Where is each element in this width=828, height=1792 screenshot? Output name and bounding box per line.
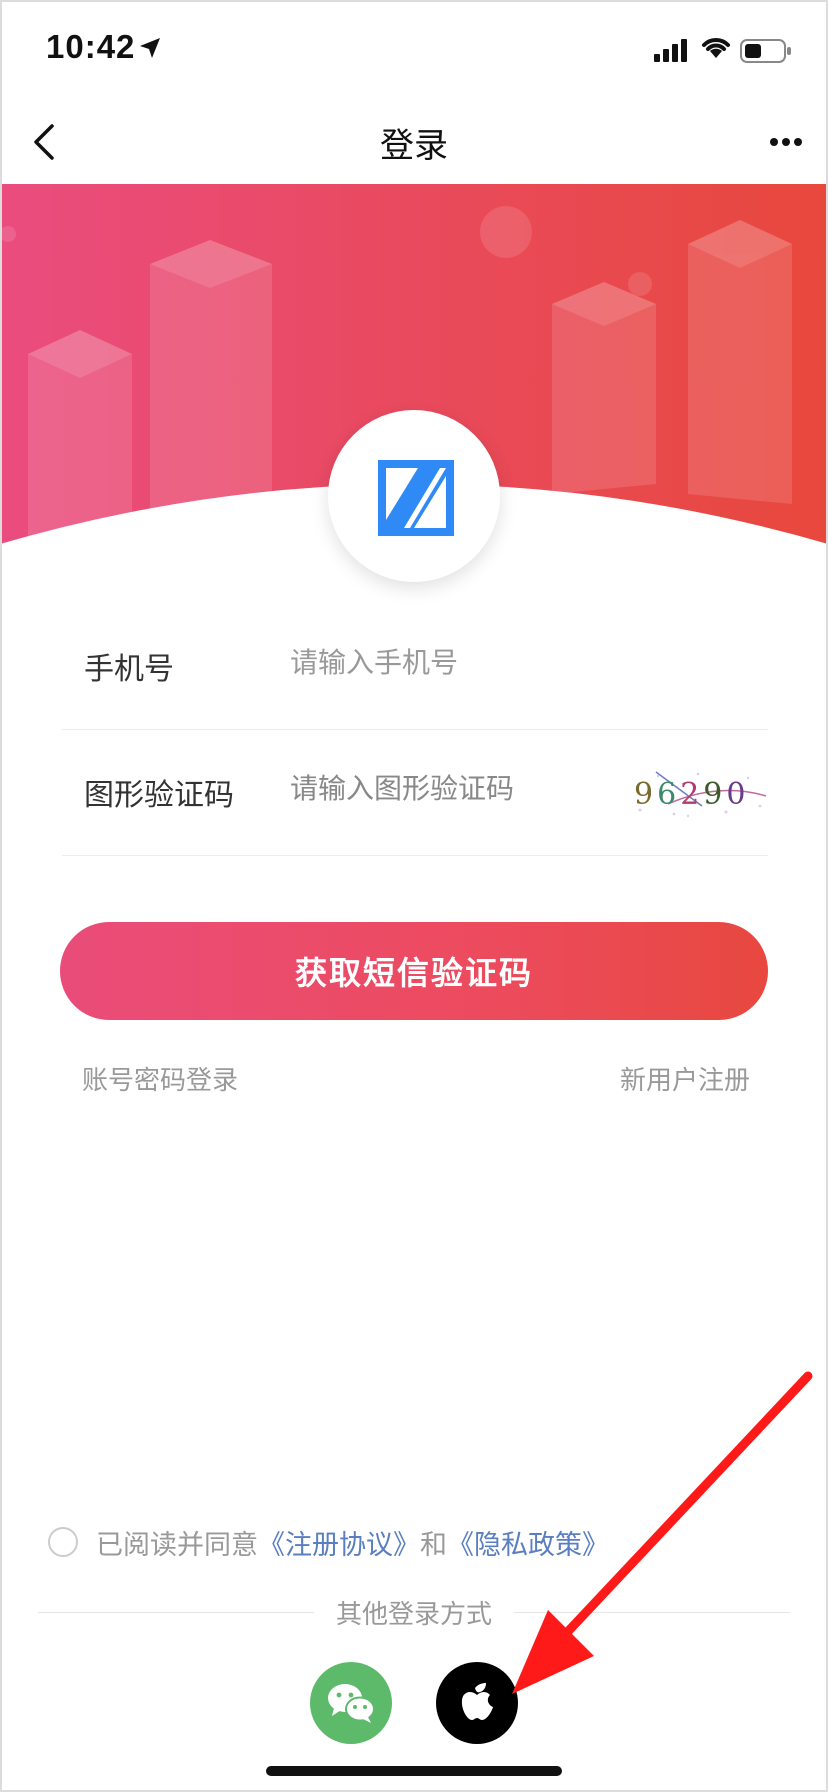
home-indicator	[266, 1766, 562, 1776]
get-sms-code-button[interactable]: 获取短信验证码	[60, 922, 768, 1020]
status-bar: 10:42	[0, 0, 828, 100]
wifi-icon	[702, 38, 730, 58]
page-title: 登录	[380, 126, 448, 166]
apple-login-button[interactable]	[436, 1662, 518, 1744]
privacy-link[interactable]: 《隐私政策》	[447, 1523, 609, 1562]
register-link[interactable]: 新用户注册	[620, 1060, 750, 1097]
wechat-icon	[328, 1684, 375, 1723]
location-arrow-icon	[140, 38, 160, 58]
agreement: 已阅读并同意 《注册协议》 和 《隐私政策》	[48, 1523, 609, 1562]
status-time: 10:42	[46, 28, 136, 65]
apple-icon	[461, 1683, 493, 1720]
more-dots-icon[interactable]	[766, 122, 806, 162]
agreement-prefix: 已阅读并同意	[96, 1529, 258, 1561]
other-login-label: 其他登录方式	[314, 1594, 514, 1631]
terms-link[interactable]: 《注册协议》	[258, 1523, 420, 1562]
battery-icon	[740, 39, 791, 63]
phone-row: 手机号	[62, 596, 768, 730]
captcha-row: 图形验证码 96290	[62, 722, 768, 856]
captcha-text: 96290	[634, 777, 749, 812]
wechat-login-button[interactable]	[310, 1662, 392, 1744]
app-logo	[328, 410, 500, 582]
captcha-input[interactable]	[290, 764, 630, 812]
phone-label: 手机号	[84, 652, 174, 687]
captcha-image[interactable]: 96290	[628, 766, 768, 822]
captcha-label: 图形验证码	[84, 778, 234, 813]
agreement-and: 和	[420, 1529, 447, 1561]
phone-input[interactable]	[290, 638, 630, 686]
password-login-link[interactable]: 账号密码登录	[82, 1060, 238, 1097]
signal-icon	[654, 39, 687, 62]
app-logo-icon	[378, 460, 454, 536]
agreement-checkbox[interactable]	[48, 1527, 78, 1557]
nav-bar: 登录	[0, 100, 828, 184]
